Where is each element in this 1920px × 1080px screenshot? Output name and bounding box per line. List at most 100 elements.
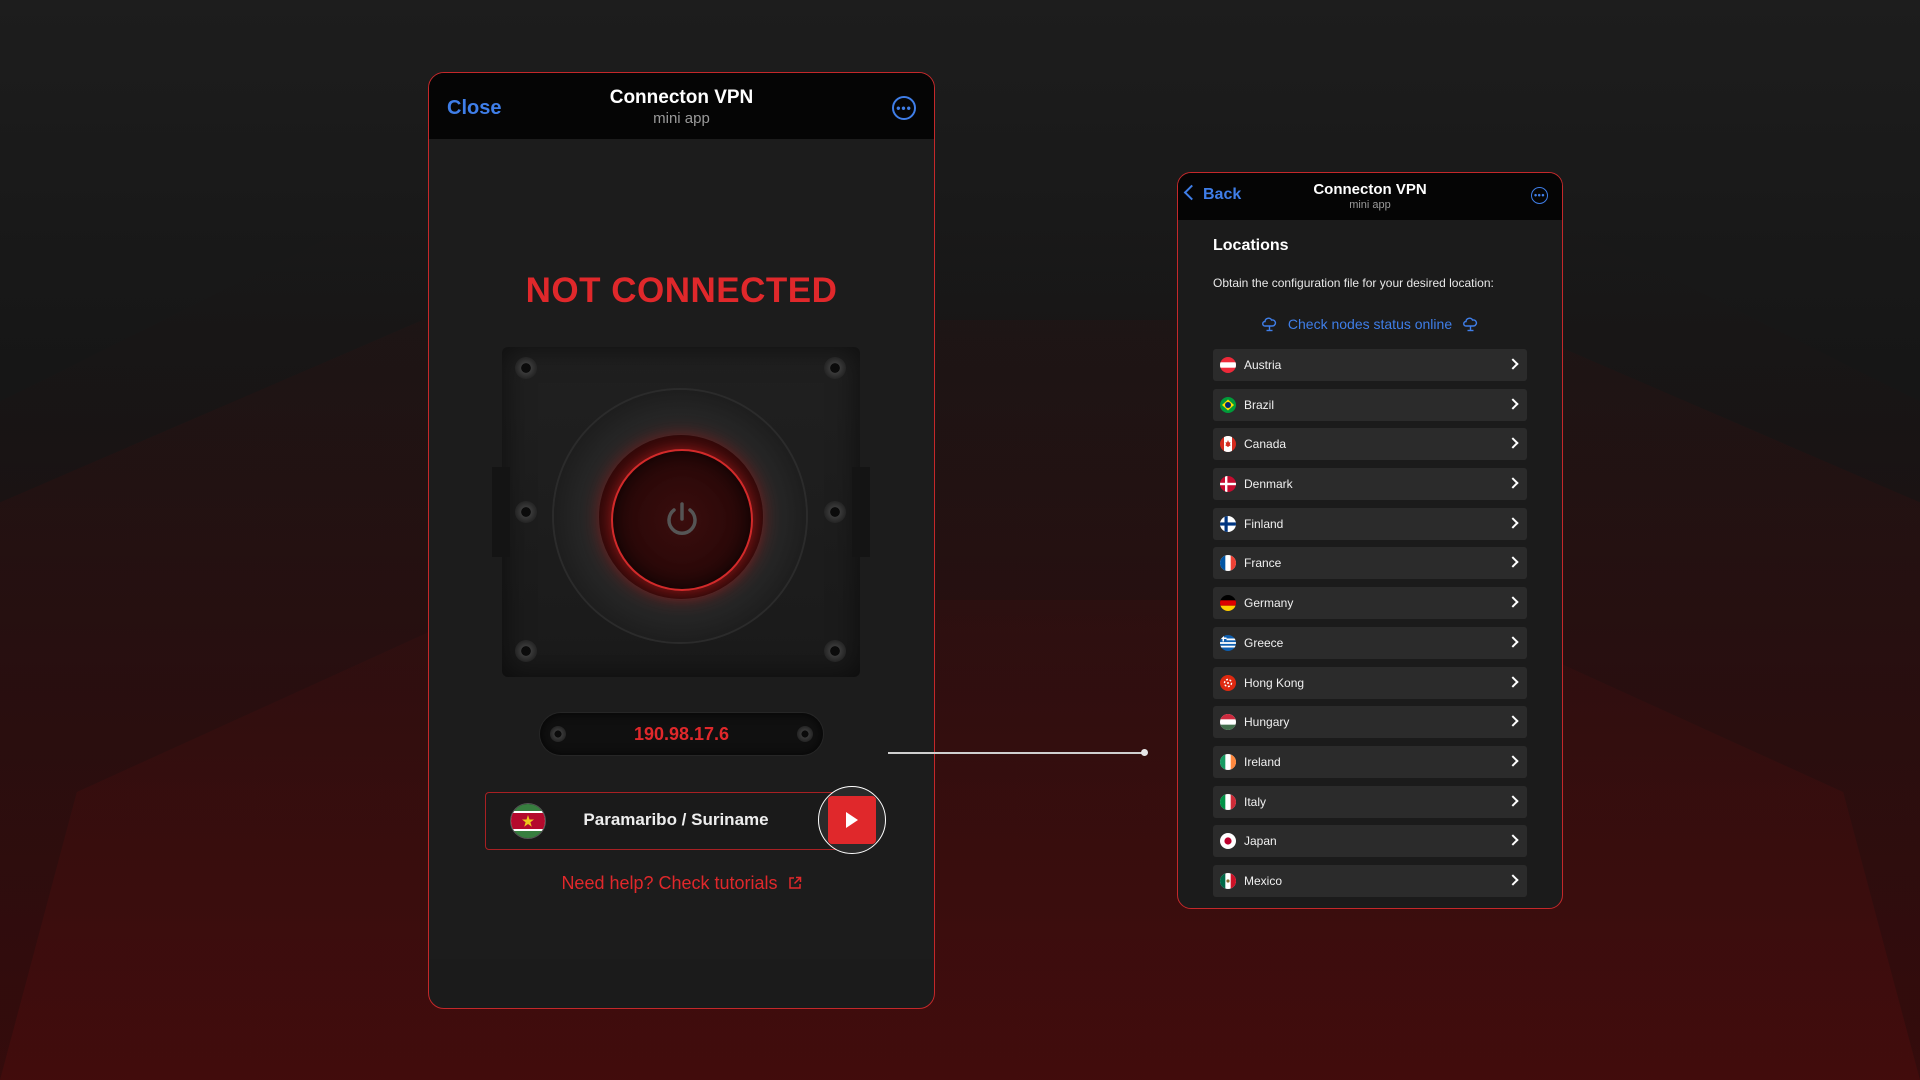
location-item-germany[interactable]: Germany [1213,587,1527,620]
screw-icon [824,501,846,523]
chevron-right-icon [1507,477,1519,489]
location-item-ireland[interactable]: Ireland [1213,745,1527,778]
location-item-france[interactable]: France [1213,547,1527,580]
location-item-brazil[interactable]: Brazil [1213,388,1527,421]
external-link-icon [788,876,801,889]
brazil-flag-icon [1220,396,1236,413]
cloud-icon [1261,317,1276,332]
location-item-label: Greece [1244,635,1284,650]
play-button [828,796,876,844]
ip-address: 190.98.17.6 [633,724,730,744]
device-side [492,467,510,557]
location-item-austria[interactable]: Austria [1213,349,1527,381]
main-body: NOT CONNECTED 190.98.17.6 Paramaribo / S… [429,139,934,959]
location-name: Paramaribo / Suriname [583,810,769,829]
location-item-hungary[interactable]: Hungary [1213,706,1527,739]
suriname-flag-icon [510,803,546,839]
austria-flag-icon [1220,357,1236,373]
power-icon [667,502,697,535]
device-side [852,467,870,557]
location-item-label: Denmark [1244,477,1293,492]
power-device [492,347,870,677]
chevron-right-icon [1507,794,1519,807]
check-nodes-text: Check nodes status online [1287,316,1453,332]
locations-header: Back Connecton VPN mini app ••• [1178,173,1562,220]
chevron-right-icon [1507,675,1519,688]
mexico-flag-icon [1220,872,1236,889]
more-dots-icon: ••• [896,101,912,115]
location-item-label: Hungary [1244,715,1290,730]
location-item-label: Finland [1244,516,1284,531]
location-item-label: Ireland [1244,754,1281,769]
chevron-right-icon [1507,596,1519,608]
help-text: Need help? Check tutorials [561,873,778,893]
screw-icon [515,501,537,523]
location-item-japan[interactable]: Japan [1213,825,1527,858]
hong-kong-flag-icon [1220,674,1236,691]
locations-list: Austria Brazil Canada Denmark Finland France G… [1213,349,1527,905]
ip-display: 190.98.17.6 [540,713,823,755]
denmark-flag-icon [1220,476,1236,493]
connector-line [888,752,1144,754]
help-link[interactable]: Need help? Check tutorials [429,873,934,894]
location-item-finland[interactable]: Finland [1213,507,1527,540]
location-item-label: Japan [1244,834,1277,849]
chevron-right-icon [1507,517,1519,529]
chevron-right-icon [1507,874,1519,886]
locations-description: Obtain the configuration file for your d… [1213,276,1494,290]
finland-flag-icon [1220,515,1236,532]
location-item-label: Brazil [1244,397,1275,412]
app-header: Close Connecton VPN mini app ••• [429,73,934,139]
chevron-right-icon [1507,437,1519,450]
connector-dot [1141,749,1148,756]
locations-heading: Locations [1213,237,1289,254]
app-title: Connecton VPN [1313,181,1427,198]
location-item-label: France [1244,556,1282,571]
location-item-mexico[interactable]: Mexico [1213,864,1527,897]
connection-status: NOT CONNECTED [525,271,838,310]
select-location-button[interactable] [818,786,886,854]
more-options-button[interactable]: ••• [1531,187,1548,204]
location-item-label: Austria [1244,358,1282,372]
location-item-hong-kong[interactable]: Hong Kong [1213,666,1527,699]
location-item-italy[interactable]: Italy [1213,785,1527,818]
chevron-right-icon [1507,556,1519,569]
japan-flag-icon [1220,833,1236,850]
chevron-right-icon [1507,834,1519,846]
ireland-flag-icon [1220,753,1236,770]
germany-flag-icon [1220,595,1236,612]
check-nodes-link[interactable]: Check nodes status online [1178,315,1562,333]
power-button[interactable] [611,449,753,591]
location-item-label: Hong Kong [1244,675,1305,690]
location-item-denmark[interactable]: Denmark [1213,468,1527,501]
chevron-right-icon [1507,398,1519,410]
cloud-icon [1463,317,1478,332]
more-dots-icon: ••• [1534,190,1545,200]
location-item-canada[interactable]: Canada [1213,428,1527,461]
screw-icon [515,357,537,379]
play-icon [846,812,858,828]
chevron-right-icon [1507,358,1519,370]
location-item-label: Mexico [1244,873,1283,888]
location-item-greece[interactable]: Greece [1213,626,1527,659]
app-subtitle: mini app [1349,199,1391,211]
vpn-main-screen: Close Connecton VPN mini app ••• NOT CON… [428,72,935,1009]
screw-icon [824,357,846,379]
location-item-label: Italy [1244,794,1267,809]
hungary-flag-icon [1220,714,1236,731]
location-selector[interactable]: Paramaribo / Suriname [485,792,847,850]
chevron-right-icon [1507,755,1519,767]
location-item-label: Canada [1244,437,1287,452]
more-options-button[interactable]: ••• [892,96,916,120]
screw-icon [824,640,846,662]
chevron-right-icon [1507,715,1519,727]
greece-flag-icon [1220,634,1236,651]
screw-icon [515,640,537,662]
chevron-right-icon [1507,636,1519,648]
app-title: Connecton VPN [609,87,754,108]
italy-flag-icon [1220,793,1236,810]
location-item-label: Germany [1244,596,1294,611]
france-flag-icon [1220,555,1236,572]
canada-flag-icon [1220,436,1236,453]
app-subtitle: mini app [653,110,710,127]
